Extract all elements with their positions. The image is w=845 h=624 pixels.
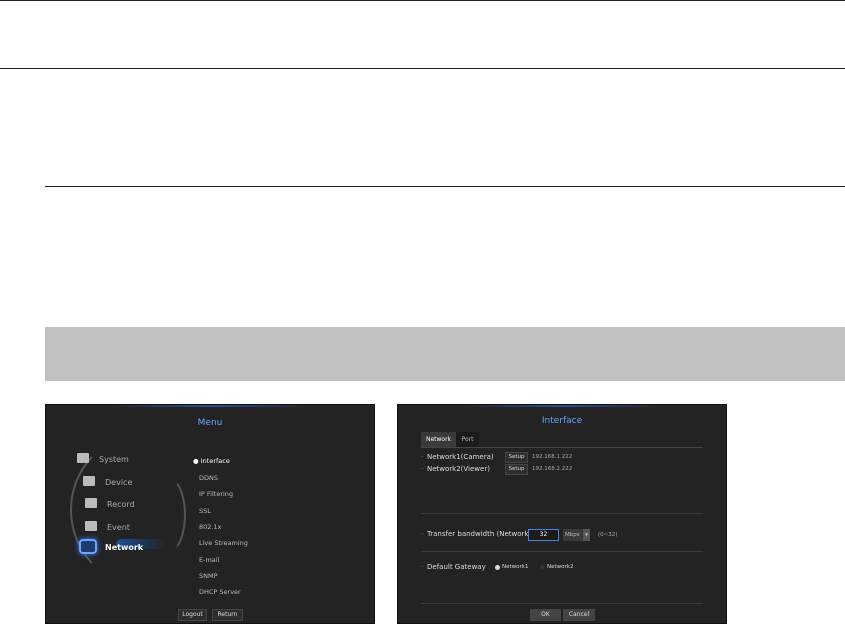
chevron-down-icon: ▼ bbox=[583, 529, 590, 541]
interface-screenshot: Interface Network Port Network1(Camera) … bbox=[397, 404, 727, 624]
top-glow bbox=[458, 405, 666, 407]
submenu-8021x[interactable]: 802.1x bbox=[199, 523, 221, 531]
divider bbox=[421, 551, 703, 552]
menu-system[interactable]: System bbox=[77, 453, 129, 464]
header-rule bbox=[0, 68, 845, 69]
unit-value: Mbps bbox=[565, 532, 580, 538]
top-glow bbox=[106, 405, 314, 407]
label: Network bbox=[105, 543, 144, 552]
network1-ip: 192.168.1.222 bbox=[532, 454, 573, 460]
arc-decoration-2 bbox=[146, 475, 186, 555]
menu-record[interactable]: Record bbox=[85, 498, 135, 509]
bandwidth-range: (0~32) bbox=[598, 532, 618, 538]
top-rule bbox=[0, 0, 845, 1]
divider bbox=[421, 603, 703, 604]
submenu-live-streaming[interactable]: Live Streaming bbox=[199, 539, 248, 547]
menu-screenshot: Menu System Device Record Event Network … bbox=[45, 404, 375, 624]
cancel-button[interactable]: Cancel bbox=[563, 609, 595, 621]
interface-title: Interface bbox=[541, 416, 583, 426]
logout-button[interactable]: Logout bbox=[178, 609, 207, 621]
label: Record bbox=[107, 500, 135, 509]
gateway-label: Default Gateway bbox=[421, 563, 486, 571]
submenu-email[interactable]: E-mail bbox=[199, 556, 219, 564]
menu-device[interactable]: Device bbox=[83, 476, 133, 487]
section-rule bbox=[45, 186, 845, 187]
network2-ip: 192.168.2.222 bbox=[532, 466, 573, 472]
radio-network1-label: Network1 bbox=[502, 564, 529, 570]
event-icon bbox=[85, 521, 97, 531]
network2-label: Network2(Viewer) bbox=[421, 465, 490, 473]
submenu-ip-filtering[interactable]: IP Filtering bbox=[199, 490, 233, 498]
submenu-interface[interactable]: ● Interface bbox=[193, 457, 230, 465]
menu-title: Menu bbox=[197, 418, 223, 428]
return-button[interactable]: Return bbox=[212, 609, 243, 621]
tab-network[interactable]: Network bbox=[421, 432, 456, 447]
network1-setup-button[interactable]: Setup bbox=[505, 452, 528, 463]
tab-port[interactable]: Port bbox=[456, 432, 479, 447]
tab-divider bbox=[421, 447, 703, 448]
radio-network2[interactable] bbox=[540, 565, 545, 570]
divider bbox=[421, 513, 703, 514]
submenu-dhcp-server[interactable]: DHCP Server bbox=[199, 588, 241, 596]
radio-network1[interactable] bbox=[495, 565, 500, 570]
label: System bbox=[99, 455, 129, 464]
record-icon bbox=[85, 498, 97, 508]
gray-band bbox=[45, 327, 845, 381]
label: Interface bbox=[200, 457, 230, 465]
label: Event bbox=[107, 523, 130, 532]
menu-network[interactable]: Network bbox=[79, 539, 144, 554]
label: Device bbox=[105, 478, 133, 487]
network1-label: Network1(Camera) bbox=[421, 453, 494, 461]
radio-network2-label: Network2 bbox=[547, 564, 574, 570]
bandwidth-input[interactable]: 32 bbox=[528, 529, 559, 541]
arc-decoration bbox=[70, 435, 210, 585]
system-icon bbox=[77, 453, 89, 463]
menu-event[interactable]: Event bbox=[85, 521, 130, 532]
unit-select[interactable]: Mbps ▼ bbox=[563, 529, 590, 541]
submenu-snmp[interactable]: SNMP bbox=[199, 572, 218, 580]
network-icon bbox=[79, 539, 97, 554]
submenu-ssl[interactable]: SSL bbox=[199, 507, 211, 515]
network2-setup-button[interactable]: Setup bbox=[505, 464, 528, 475]
submenu-ddns[interactable]: DDNS bbox=[199, 474, 218, 482]
device-icon bbox=[83, 476, 95, 486]
bandwidth-label: Transfer bandwidth (Network 2) bbox=[421, 530, 538, 538]
ok-button[interactable]: OK bbox=[530, 609, 561, 621]
